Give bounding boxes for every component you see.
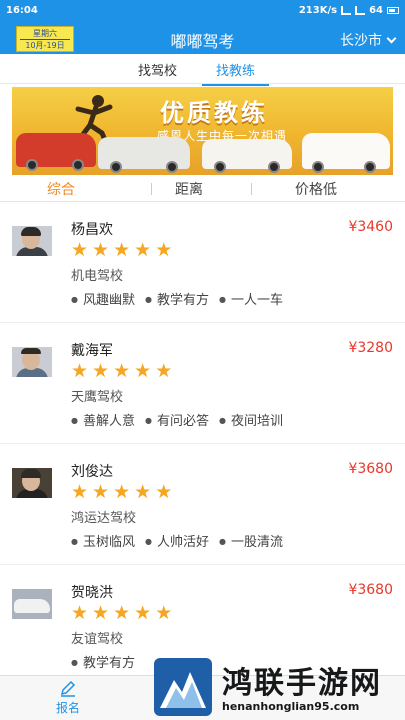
banner-headline: 优质教练 bbox=[160, 99, 268, 127]
rating-stars: ★ ★ ★ ★ ★ bbox=[71, 240, 172, 260]
coach-tags: 善解人意 有问必答 夜间培训 bbox=[71, 410, 283, 429]
tag: 教学有方 bbox=[71, 652, 135, 671]
sort-distance[interactable]: 距离 bbox=[175, 179, 203, 199]
star-icon: ★ bbox=[155, 481, 173, 503]
star-icon: ★ bbox=[134, 239, 152, 261]
coach-price: ¥3280 bbox=[348, 340, 393, 356]
coach-name: 戴海军 bbox=[71, 343, 113, 359]
city-selector[interactable]: 长沙市 bbox=[340, 30, 397, 50]
chevron-down-icon bbox=[386, 33, 397, 43]
coach-price: ¥3680 bbox=[348, 461, 393, 477]
status-right: 213K/s 64 bbox=[299, 5, 399, 16]
watermark: 鸿联手游网 henanhonglian95.com bbox=[150, 652, 405, 720]
tag: 人帅活好 bbox=[145, 531, 209, 550]
car-wheel bbox=[312, 161, 324, 173]
top-tabs: 找驾校 找教练 bbox=[0, 54, 405, 86]
star-icon: ★ bbox=[134, 481, 152, 503]
car-wheel bbox=[110, 161, 122, 173]
tag: 一股清流 bbox=[219, 531, 283, 550]
star-icon: ★ bbox=[155, 602, 173, 624]
promo-banner[interactable]: 优质教练 感恩人生中每一次相遇 bbox=[12, 87, 393, 175]
star-icon: ★ bbox=[113, 481, 131, 503]
status-time: 16:04 bbox=[6, 5, 38, 16]
sort-comprehensive[interactable]: 综合 bbox=[47, 179, 75, 199]
star-icon: ★ bbox=[71, 360, 89, 382]
rating-stars: ★ ★ ★ ★ ★ bbox=[71, 482, 172, 502]
tab-find-school[interactable]: 找驾校 bbox=[138, 60, 177, 79]
network-speed: 213K/s bbox=[298, 5, 338, 16]
coach-card[interactable]: 戴海军 ¥3280 ★★★★★ 天鹰驾校 善解人意 有问必答 夜间培训 bbox=[0, 324, 405, 444]
battery-level: 64 bbox=[369, 5, 383, 16]
coach-school: 机电驾校 bbox=[71, 269, 124, 284]
city-label: 长沙市 bbox=[340, 33, 382, 49]
coach-school: 友谊驾校 bbox=[71, 632, 124, 647]
nav-signup[interactable]: 报名 bbox=[44, 680, 92, 716]
coach-name: 贺晓洪 bbox=[71, 585, 113, 601]
date-badge: 星期六 10月-19日 bbox=[16, 26, 74, 52]
star-icon: ★ bbox=[134, 360, 152, 382]
coach-school: 天鹰驾校 bbox=[71, 390, 124, 405]
star-icon: ★ bbox=[134, 602, 152, 624]
star-icon: ★ bbox=[92, 481, 110, 503]
watermark-url: henanhonglian95.com bbox=[222, 700, 360, 713]
watermark-title: 鸿联手游网 bbox=[222, 666, 382, 701]
coach-school: 鸿运达驾校 bbox=[71, 511, 137, 526]
watermark-logo-icon bbox=[154, 658, 212, 716]
pen-icon bbox=[60, 680, 76, 697]
star-icon: ★ bbox=[113, 239, 131, 261]
coach-name: 刘俊达 bbox=[71, 464, 113, 480]
tag: 有问必答 bbox=[145, 410, 209, 429]
car-wheel bbox=[166, 161, 178, 173]
avatar bbox=[12, 589, 52, 619]
star-icon: ★ bbox=[71, 239, 89, 261]
star-icon: ★ bbox=[92, 360, 110, 382]
divider bbox=[251, 183, 252, 195]
coach-tags: 玉树临风 人帅活好 一股清流 bbox=[71, 531, 283, 550]
star-icon: ★ bbox=[71, 481, 89, 503]
divider bbox=[151, 183, 152, 195]
nav-signup-label: 报名 bbox=[55, 701, 80, 715]
star-icon: ★ bbox=[155, 360, 173, 382]
star-icon: ★ bbox=[92, 239, 110, 261]
car-wheel bbox=[214, 161, 226, 173]
car-wheel bbox=[72, 159, 84, 171]
date-weekday: 星期六 bbox=[33, 29, 57, 38]
star-icon: ★ bbox=[92, 602, 110, 624]
tab-find-coach[interactable]: 找教练 bbox=[201, 60, 270, 86]
wifi-icon bbox=[355, 6, 366, 15]
signal-icon bbox=[341, 6, 352, 15]
avatar bbox=[12, 468, 52, 498]
tag: 玉树临风 bbox=[71, 531, 135, 550]
car-wheel bbox=[364, 161, 376, 173]
star-icon: ★ bbox=[155, 239, 173, 261]
star-icon: ★ bbox=[71, 602, 89, 624]
tag: 风趣幽默 bbox=[71, 289, 135, 308]
sort-tabs: 综合 距离 价格低 bbox=[0, 176, 405, 202]
avatar bbox=[12, 347, 52, 377]
coach-card[interactable]: 杨昌欢 ¥3460 ★★★★★ 机电驾校 风趣幽默 教学有方 一人一车 bbox=[0, 203, 405, 323]
avatar bbox=[12, 226, 52, 256]
star-icon: ★ bbox=[113, 602, 131, 624]
tag: 教学有方 bbox=[145, 289, 209, 308]
coach-tags: 风趣幽默 教学有方 一人一车 bbox=[71, 289, 283, 308]
rating-stars: ★ ★ ★ ★ ★ bbox=[71, 361, 172, 381]
coach-price: ¥3460 bbox=[348, 219, 393, 235]
tag: 一人一车 bbox=[219, 289, 283, 308]
status-bar: 16:04 213K/s 64 bbox=[0, 0, 405, 22]
coach-tags: 教学有方 bbox=[71, 652, 135, 671]
tag: 善解人意 bbox=[71, 410, 135, 429]
coach-card[interactable]: 刘俊达 ¥3680 ★★★★★ 鸿运达驾校 玉树临风 人帅活好 一股清流 bbox=[0, 445, 405, 565]
coach-name: 杨昌欢 bbox=[71, 222, 113, 238]
battery-icon bbox=[387, 7, 399, 14]
date-value: 10月-19日 bbox=[20, 39, 70, 51]
star-icon: ★ bbox=[113, 360, 131, 382]
rating-stars: ★ ★ ★ ★ ★ bbox=[71, 603, 172, 623]
car-wheel bbox=[26, 159, 38, 171]
car-wheel bbox=[268, 161, 280, 173]
sort-price[interactable]: 价格低 bbox=[295, 179, 337, 199]
coach-price: ¥3680 bbox=[348, 582, 393, 598]
tag: 夜间培训 bbox=[219, 410, 283, 429]
